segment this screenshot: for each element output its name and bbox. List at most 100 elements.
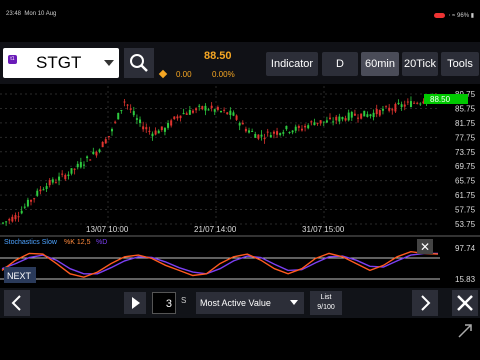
candle-body bbox=[266, 131, 269, 133]
candle-body bbox=[126, 104, 129, 106]
candle-body bbox=[179, 115, 182, 119]
candle-body bbox=[135, 118, 138, 120]
candle-body bbox=[132, 111, 135, 116]
expand-icon[interactable] bbox=[456, 322, 474, 340]
candle-body bbox=[357, 117, 360, 119]
candle-body bbox=[26, 199, 29, 207]
date-label: 31/07 15:00 bbox=[302, 225, 345, 234]
price-tick-label: 53.75 bbox=[455, 220, 476, 229]
candle-body bbox=[329, 117, 331, 119]
candle-body bbox=[176, 116, 179, 119]
candle-body bbox=[344, 118, 347, 121]
tools-button[interactable]: Tools bbox=[441, 52, 479, 76]
price-tick-label: 85.75 bbox=[455, 104, 476, 113]
search-icon bbox=[130, 54, 148, 72]
candle-body bbox=[378, 110, 381, 116]
candle-body bbox=[182, 113, 185, 115]
candle-body bbox=[226, 112, 229, 115]
candle-body bbox=[400, 104, 403, 108]
osc-tick-high: 97.74 bbox=[455, 244, 476, 253]
next-label: NEXT bbox=[7, 271, 32, 281]
sort-dropdown[interactable]: Most Active Value bbox=[196, 292, 304, 314]
candle-body bbox=[300, 128, 303, 131]
list-page: 9/100 bbox=[317, 304, 335, 311]
close-button[interactable] bbox=[452, 290, 478, 316]
osc-k-params: %K 12,5 bbox=[64, 239, 91, 246]
candle-body bbox=[198, 105, 201, 107]
list-button[interactable]: List 9/100 bbox=[310, 291, 342, 315]
candle-body bbox=[335, 116, 338, 121]
period-button[interactable]: D bbox=[322, 52, 358, 76]
candle-body bbox=[36, 190, 39, 196]
indicator-button[interactable]: Indicator bbox=[266, 52, 318, 76]
chevron-left-icon bbox=[11, 295, 21, 311]
stochastics-k-line bbox=[1, 250, 439, 278]
candle-body bbox=[372, 112, 375, 118]
candle-body bbox=[48, 180, 51, 186]
candle-body bbox=[229, 110, 232, 116]
candle-body bbox=[251, 130, 254, 132]
candle-body bbox=[95, 151, 98, 156]
candle-body bbox=[170, 120, 173, 126]
candle-body bbox=[419, 103, 422, 105]
price-tick-label: 81.75 bbox=[455, 119, 476, 128]
candle-body bbox=[269, 135, 272, 138]
candle-body bbox=[201, 106, 204, 110]
price-tick-label: 65.75 bbox=[455, 177, 476, 186]
candle-body bbox=[213, 109, 216, 112]
candle-body bbox=[76, 163, 79, 168]
candle-body bbox=[101, 141, 104, 148]
osc-d-params: %D bbox=[96, 239, 107, 246]
price-chart[interactable]: 89.7585.7581.7577.7573.7569.7565.7561.75… bbox=[0, 86, 480, 287]
candle-body bbox=[114, 121, 117, 123]
search-button[interactable] bbox=[124, 48, 154, 78]
price-tick-label: 69.75 bbox=[455, 162, 476, 171]
candle-body bbox=[89, 159, 92, 161]
candle-body bbox=[92, 151, 95, 155]
prev-button[interactable] bbox=[4, 290, 30, 316]
tick-button[interactable]: 20Tick bbox=[402, 52, 438, 76]
candle-body bbox=[319, 120, 322, 124]
next-page-button[interactable] bbox=[412, 290, 438, 316]
candle-body bbox=[385, 106, 388, 108]
candle-body bbox=[282, 132, 285, 134]
candle-body bbox=[145, 127, 148, 130]
candle-body bbox=[279, 133, 282, 135]
candle-body bbox=[353, 113, 356, 116]
candle-body bbox=[254, 133, 257, 138]
candle-body bbox=[325, 120, 328, 123]
candle-body bbox=[413, 102, 416, 104]
candle-body bbox=[185, 113, 188, 115]
candle-body bbox=[98, 149, 101, 152]
close-x-icon bbox=[457, 295, 473, 311]
candle-body bbox=[238, 123, 241, 126]
candle-body bbox=[61, 173, 64, 175]
osc-tick-low: 15.83 bbox=[455, 275, 476, 284]
candle-body bbox=[207, 109, 210, 111]
price-change: 0.00 bbox=[176, 70, 192, 79]
status-time: 23:48 Mon 10 Aug bbox=[6, 11, 57, 17]
candle-body bbox=[17, 216, 20, 218]
candle-body bbox=[394, 103, 397, 112]
candle-body bbox=[294, 126, 297, 131]
candle-body bbox=[276, 131, 279, 135]
candle-body bbox=[310, 121, 313, 123]
candle-body bbox=[129, 108, 132, 110]
symbol-name: STGT bbox=[36, 53, 82, 72]
interval-button[interactable]: 60min bbox=[361, 52, 399, 76]
candle-body bbox=[142, 126, 145, 130]
candle-body bbox=[409, 101, 412, 107]
count-input[interactable]: 3 bbox=[152, 292, 176, 314]
dropdown-arrow-icon bbox=[290, 300, 298, 305]
candle-body bbox=[54, 182, 57, 184]
symbol-badge: t1 bbox=[8, 55, 17, 64]
chevron-down-icon[interactable] bbox=[104, 60, 114, 66]
candle-body bbox=[163, 128, 166, 132]
candle-body bbox=[241, 122, 244, 125]
candle-body bbox=[216, 107, 219, 110]
play-button[interactable] bbox=[124, 292, 146, 314]
candle-body bbox=[45, 186, 48, 189]
candle-body bbox=[210, 105, 213, 109]
candle-body bbox=[350, 111, 353, 118]
candle-body bbox=[220, 111, 222, 113]
